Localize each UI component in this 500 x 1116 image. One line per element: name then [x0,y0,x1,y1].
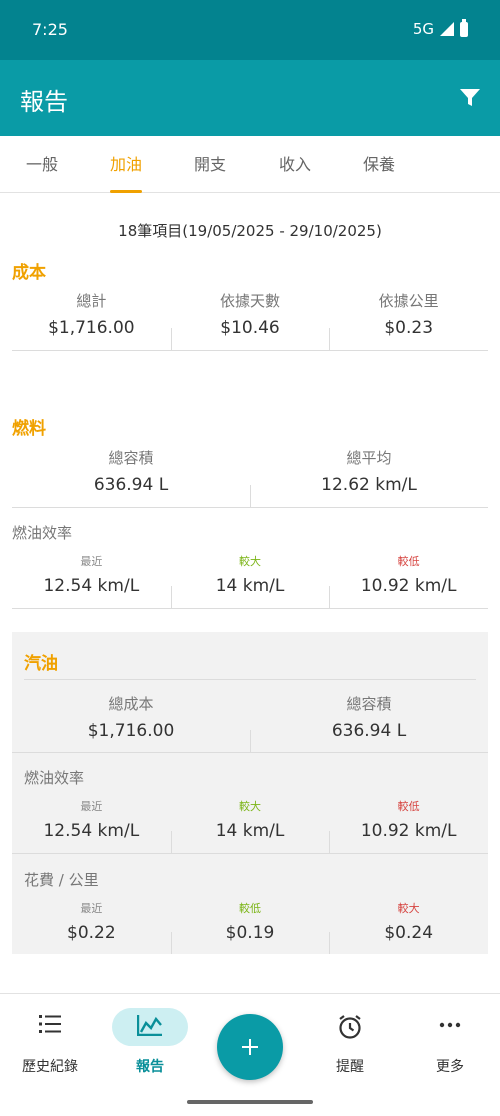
fuel-eff-recent-label: 最近 [80,555,103,568]
nav-history[interactable]: 歷史紀錄 [0,994,100,1094]
gasoline-divider [24,679,476,680]
fuel-eff-recent: 最近 12.54 km/L [12,553,171,608]
gasoline-cost-per-km-row: 最近 $0.22 較低 $0.19 較大 $0.24 [12,900,488,954]
fuel-eff-max-label: 較大 [239,555,261,568]
tab-bar: 一般 加油 開支 收入 保養 [0,136,500,193]
nav-more[interactable]: 更多 [400,994,500,1094]
tab-general[interactable]: 一般 [14,136,70,193]
fuel-section-title: 燃料 [12,419,46,439]
fuel-efficiency-row: 最近 12.54 km/L 較大 14 km/L 較低 10.92 km/L [12,553,488,609]
status-bar: 7:25 5G [0,0,500,60]
tab-income[interactable]: 收入 [267,136,323,193]
alarm-icon [339,1015,361,1039]
chart-icon [137,1015,162,1036]
gasoline-section-title: 汽油 [24,654,58,674]
filter-icon[interactable] [460,89,480,107]
gasoline-eff-min: 較低 10.92 km/L [329,798,488,853]
nav-reports[interactable]: 報告 [100,994,200,1094]
fuel-efficiency-label: 燃油效率 [12,524,73,542]
gasoline-cpk-min-value: $0.19 [225,923,275,943]
nav-reports-label: 報告 [136,1059,164,1075]
tab-fuel[interactable]: 加油 [98,136,154,193]
nav-reminders-label: 提醒 [336,1059,364,1075]
tab-maintenance[interactable]: 保養 [351,136,407,193]
signal-icon [440,22,454,36]
cost-per-km-label: 依據公里 [378,292,439,310]
status-icons: 5G [412,18,468,38]
gasoline-total-volume-label: 總容積 [346,695,392,713]
gasoline-cpk-max-label: 較大 [397,902,420,915]
gasoline-efficiency-label: 燃油效率 [24,769,85,787]
cost-row: 總計 $1,716.00 依據天數 $10.46 依據公里 $0.23 [12,290,488,351]
gasoline-total-cost-label: 總成本 [108,695,154,713]
date-range: 18筆項目(19/05/2025 - 29/10/2025) [118,222,382,240]
fuel-total-volume-label: 總容積 [108,449,154,467]
fuel-total-average-label: 總平均 [346,449,392,467]
gasoline-eff-max-label: 較大 [239,800,261,813]
gasoline-cpk-max-value: $0.24 [384,923,434,943]
cost-per-km: 依據公里 $0.23 [329,290,488,350]
home-indicator [187,1100,313,1104]
gasoline-eff-max-value: 14 km/L [215,821,285,841]
gasoline-efficiency-row: 最近 12.54 km/L 較大 14 km/L 較低 10.92 km/L [12,798,488,854]
gasoline-eff-min-value: 10.92 km/L [360,821,457,841]
gasoline-cpk-min: 較低 $0.19 [170,900,330,954]
gasoline-totals-row: 總成本 $1,716.00 總容積 636.94 L [12,693,488,753]
app-bar: 報告 [0,60,500,136]
cost-per-day: 依據天數 $10.46 [170,290,330,350]
cost-per-day-label: 依據天數 [220,292,281,310]
battery-icon [460,18,468,37]
gasoline-total-volume: 總容積 636.94 L [250,693,488,752]
fuel-total-volume-value: 636.94 L [93,475,169,495]
fuel-eff-max: 較大 14 km/L [170,553,330,608]
more-icon [439,1022,461,1028]
gasoline-cpk-recent-label: 最近 [80,902,103,915]
fuel-totals-row: 總容積 636.94 L 總平均 12.62 km/L [12,447,488,508]
fuel-total-volume: 總容積 636.94 L [12,447,250,507]
gasoline-eff-recent-label: 最近 [80,800,103,813]
gasoline-total-cost-value: $1,716.00 [87,721,175,741]
cost-per-km-value: $0.23 [384,318,434,338]
gasoline-eff-recent: 最近 12.54 km/L [12,798,171,853]
fuel-total-average: 總平均 12.62 km/L [250,447,488,507]
page-title: 報告 [20,88,68,116]
cost-total-label: 總計 [76,292,107,310]
gasoline-cost-per-km-label: 花費 / 公里 [24,871,99,889]
network-label: 5G [412,20,434,38]
cost-total-value: $1,716.00 [48,318,135,338]
fuel-eff-recent-value: 12.54 km/L [43,576,140,596]
gasoline-cpk-min-label: 較低 [239,902,261,915]
gasoline-eff-max: 較大 14 km/L [170,798,330,853]
fuel-eff-min: 較低 10.92 km/L [329,553,488,608]
cost-section-title: 成本 [12,263,46,283]
nav-more-label: 更多 [436,1059,464,1075]
nav-history-label: 歷史紀錄 [22,1059,78,1075]
gasoline-eff-min-label: 較低 [397,800,420,813]
fuel-total-average-value: 12.62 km/L [321,475,417,495]
tab-expenses[interactable]: 開支 [182,136,238,193]
status-time: 7:25 [32,20,68,39]
gasoline-eff-recent-value: 12.54 km/L [43,821,140,841]
bottom-nav: 歷史紀錄 報告 提醒 更多 [0,993,500,1116]
gasoline-cpk-recent: 最近 $0.22 [12,900,171,954]
add-icon[interactable] [217,1014,283,1080]
gasoline-cpk-recent-value: $0.22 [67,923,116,943]
fuel-eff-min-label: 較低 [397,555,420,568]
gasoline-total-volume-value: 636.94 L [331,721,407,741]
fuel-eff-min-value: 10.92 km/L [360,576,457,596]
cost-per-day-value: $10.46 [220,318,280,338]
gasoline-total-cost: 總成本 $1,716.00 [12,693,250,752]
nav-reminders[interactable]: 提醒 [300,994,400,1094]
gasoline-cpk-max: 較大 $0.24 [329,900,488,954]
list-icon [39,1015,61,1033]
fuel-eff-max-value: 14 km/L [215,576,285,596]
cost-total: 總計 $1,716.00 [12,290,171,350]
